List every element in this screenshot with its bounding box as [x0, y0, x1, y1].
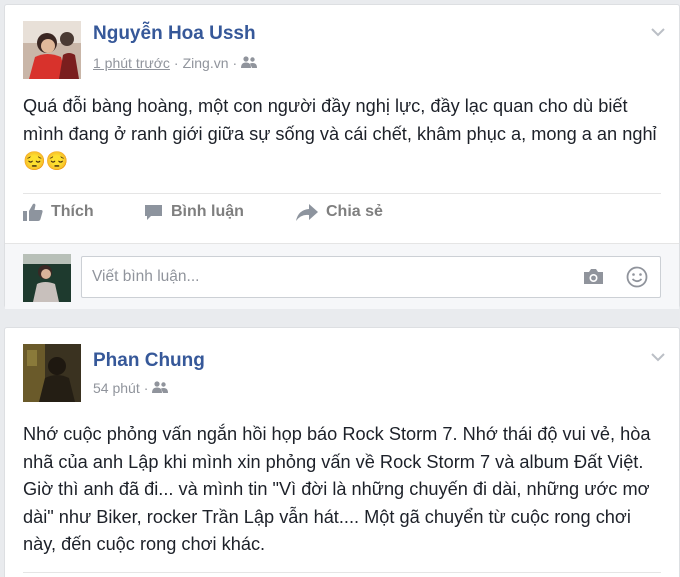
- avatar[interactable]: [23, 344, 81, 402]
- post-card: Nguyễn Hoa Ussh 1 phút trước · Zing.vn ·…: [4, 4, 680, 309]
- meta-separator: ·: [143, 380, 149, 396]
- like-label: Thích: [51, 203, 94, 220]
- friends-icon: [152, 380, 169, 396]
- divider: [23, 572, 661, 573]
- post-time[interactable]: 54 phút: [93, 380, 140, 396]
- author-name[interactable]: Phan Chung: [93, 350, 205, 372]
- comment-label: Bình luận: [171, 203, 244, 220]
- post-actions: Thích Bình luận Chia sẻ: [23, 203, 383, 221]
- camera-icon[interactable]: [583, 268, 604, 290]
- post-card: Phan Chung 54 phút · Nhớ cuộc phỏng vấn …: [4, 327, 680, 577]
- post-content: Nhớ cuộc phỏng vấn ngắn hồi họp báo Rock…: [23, 424, 651, 554]
- post-meta: 54 phút ·: [93, 380, 169, 396]
- chevron-down-icon[interactable]: [651, 25, 665, 39]
- post-meta: 1 phút trước · Zing.vn ·: [93, 55, 258, 71]
- chevron-down-icon[interactable]: [651, 350, 665, 364]
- like-button[interactable]: Thích: [23, 203, 144, 221]
- avatar[interactable]: [23, 254, 71, 302]
- comment-button[interactable]: Bình luận: [144, 203, 296, 221]
- share-icon: [296, 203, 318, 221]
- avatar[interactable]: [23, 21, 81, 79]
- divider: [23, 193, 661, 194]
- comment-composer: Viết bình luận...: [5, 243, 679, 309]
- thumbs-up-icon: [23, 203, 43, 221]
- post-content: Quá đỗi bàng hoàng, một con người đầy ng…: [23, 96, 657, 171]
- comment-input[interactable]: Viết bình luận...: [81, 256, 661, 298]
- friends-icon: [241, 55, 258, 71]
- comment-icon: [144, 204, 163, 221]
- meta-separator: ·: [173, 55, 179, 71]
- comment-placeholder: Viết bình luận...: [92, 268, 200, 285]
- emoji-icon[interactable]: [626, 266, 648, 293]
- author-name[interactable]: Nguyễn Hoa Ussh: [93, 23, 256, 45]
- meta-separator: ·: [232, 55, 238, 71]
- post-time[interactable]: 1 phút trước: [93, 55, 170, 71]
- share-button[interactable]: Chia sẻ: [296, 203, 383, 221]
- share-label: Chia sẻ: [326, 203, 383, 220]
- post-source[interactable]: Zing.vn: [183, 55, 229, 71]
